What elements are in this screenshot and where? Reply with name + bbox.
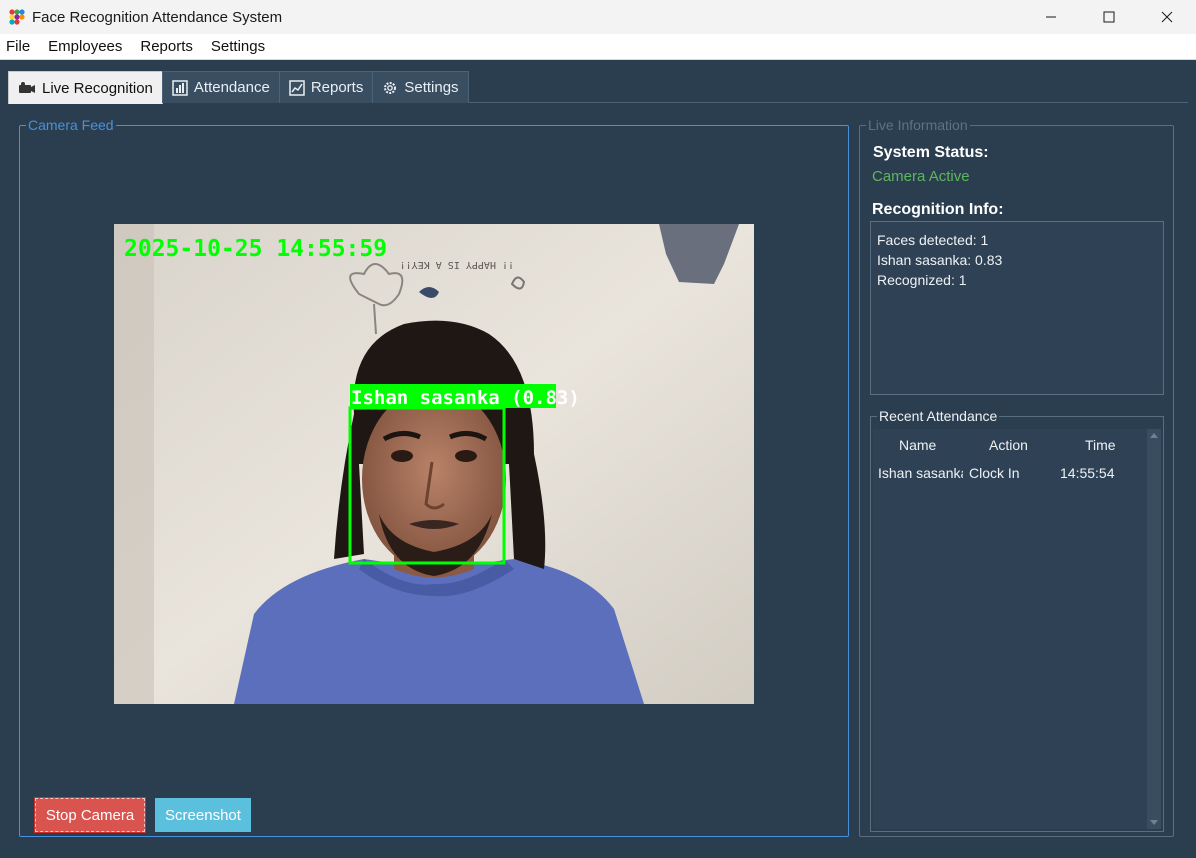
attendance-cell-time[interactable]: 14:55:54 bbox=[1060, 465, 1115, 481]
close-icon bbox=[1161, 11, 1173, 23]
face-label-text: Ishan sasanka (0.83) bbox=[351, 387, 580, 409]
bar-chart-icon bbox=[172, 79, 188, 96]
minimize-button[interactable] bbox=[1022, 0, 1080, 34]
menu-file[interactable]: File bbox=[0, 34, 39, 60]
maximize-button[interactable] bbox=[1080, 0, 1138, 34]
tab-live-recognition[interactable]: Live Recognition bbox=[8, 71, 163, 104]
recent-attendance-group: Recent Attendance Name Action Time Ishan… bbox=[870, 408, 1164, 832]
close-button[interactable] bbox=[1138, 0, 1196, 34]
column-header-time[interactable]: Time bbox=[1085, 437, 1116, 453]
attendance-cell-action[interactable]: Clock In bbox=[969, 465, 1020, 481]
camera-feed-view: !! HAPPY IS A KEY!! Ishan sasanka (0.83)… bbox=[114, 224, 754, 704]
live-information-title: Live Information bbox=[866, 117, 970, 133]
window-title: Face Recognition Attendance System bbox=[32, 9, 283, 26]
gear-icon bbox=[384, 81, 397, 94]
minimize-icon bbox=[1046, 16, 1056, 18]
line-chart-icon bbox=[289, 79, 305, 96]
system-status-value: Camera Active bbox=[872, 168, 970, 185]
scroll-up-icon[interactable] bbox=[1150, 433, 1158, 438]
tab-settings[interactable]: Settings bbox=[372, 71, 469, 103]
column-header-name[interactable]: Name bbox=[899, 437, 936, 453]
stop-camera-button[interactable]: Stop Camera bbox=[34, 797, 146, 833]
recognition-line: Recognized: 1 bbox=[877, 272, 967, 288]
tab-reports[interactable]: Reports bbox=[278, 71, 374, 103]
tab-settings-label: Settings bbox=[404, 79, 459, 96]
camera-feed-title: Camera Feed bbox=[26, 117, 116, 133]
camera-icon bbox=[19, 82, 35, 93]
tab-reports-label: Reports bbox=[310, 79, 364, 96]
svg-text:!! HAPPY IS A KEY!!: !! HAPPY IS A KEY!! bbox=[400, 259, 514, 270]
recognition-line: Ishan sasanka: 0.83 bbox=[877, 252, 1003, 268]
column-header-action[interactable]: Action bbox=[989, 437, 1028, 453]
tab-bar: Live Recognition Attendance Reports Sett… bbox=[8, 71, 469, 104]
system-status-label: System Status: bbox=[873, 144, 989, 161]
camera-frame-image: !! HAPPY IS A KEY!! Ishan sasanka (0.83)… bbox=[114, 224, 754, 704]
tab-attendance[interactable]: Attendance bbox=[161, 71, 280, 103]
tab-live-recognition-label: Live Recognition bbox=[42, 79, 153, 97]
menu-reports[interactable]: Reports bbox=[131, 34, 202, 60]
screenshot-button[interactable]: Screenshot bbox=[155, 798, 251, 832]
menu-employees[interactable]: Employees bbox=[39, 34, 131, 60]
menu-settings[interactable]: Settings bbox=[202, 34, 274, 60]
recognition-info-text: Faces detected: 1 Ishan sasanka: 0.83 Re… bbox=[870, 221, 1164, 395]
recognition-info-label: Recognition Info: bbox=[872, 201, 1004, 218]
app-icon bbox=[9, 9, 25, 25]
timestamp-overlay: 2025-10-25 14:55:59 bbox=[124, 236, 387, 262]
attendance-table[interactable]: Name Action Time Ishan sasanka Clock In … bbox=[873, 429, 1147, 829]
maximize-icon bbox=[1103, 11, 1115, 23]
title-bar: Face Recognition Attendance System bbox=[0, 0, 1196, 34]
attendance-cell-name[interactable]: Ishan sasanka bbox=[878, 465, 963, 481]
attendance-scrollbar[interactable] bbox=[1147, 429, 1161, 829]
recent-attendance-title: Recent Attendance bbox=[877, 408, 1000, 424]
tab-attendance-label: Attendance bbox=[193, 79, 270, 96]
scroll-down-icon[interactable] bbox=[1150, 820, 1158, 825]
recognition-line: Faces detected: 1 bbox=[877, 232, 989, 248]
menu-bar: File Employees Reports Settings bbox=[0, 34, 1196, 60]
